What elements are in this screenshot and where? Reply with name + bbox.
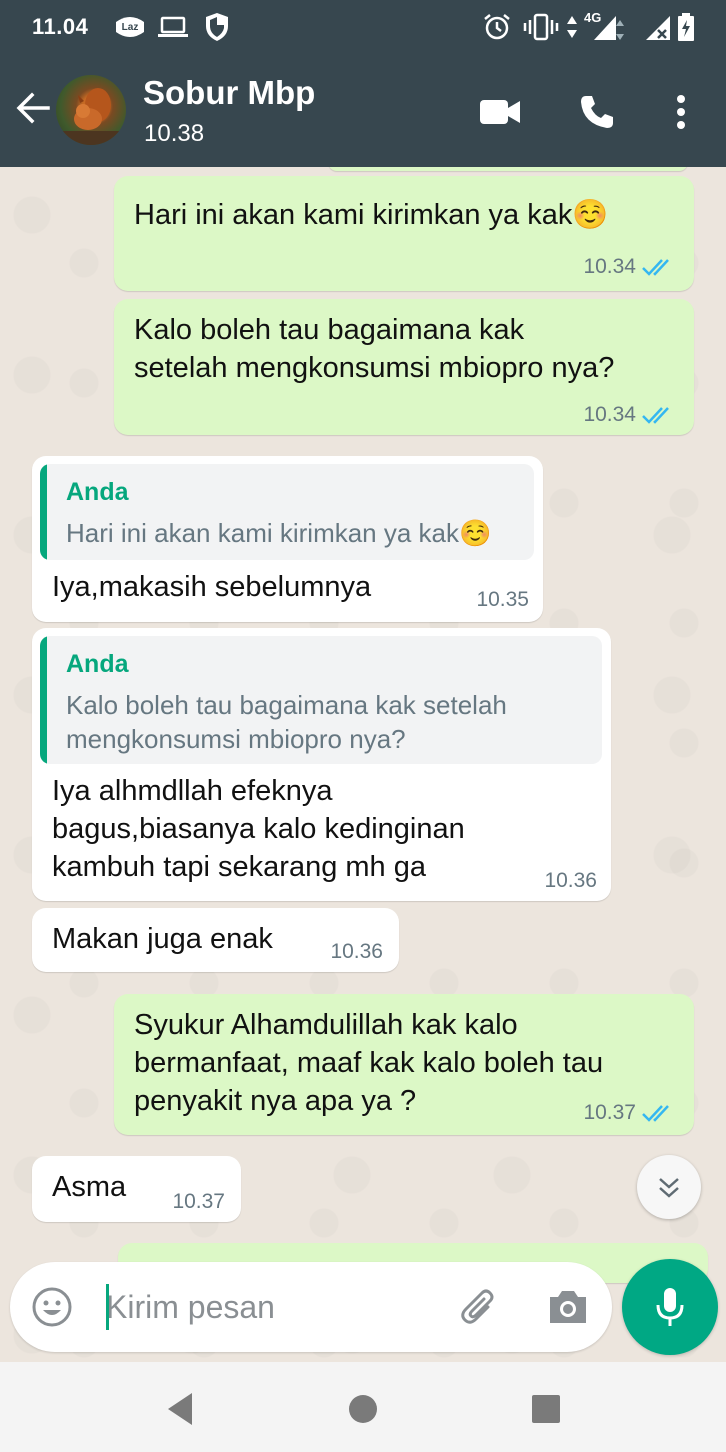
lazada-badge-text: Laz <box>122 22 139 33</box>
chevron-double-down-icon <box>659 1178 679 1198</box>
message-text-line: Syukur Alhamdulillah kak kalo <box>134 1009 518 1041</box>
message-text: Iya,makasih sebelumnya <box>52 571 372 603</box>
message-text-line: Kalo boleh tau bagaimana kak <box>134 314 525 346</box>
attachment-icon[interactable] <box>458 1285 502 1329</box>
message-composer <box>10 1262 612 1352</box>
message-text-line: setelah mengkonsumsi mbiopro nya? <box>134 352 615 384</box>
alarm-icon <box>480 12 514 42</box>
message-text: Hari ini akan kami kirimkan ya kak☺️ <box>134 199 609 231</box>
message-bubble[interactable]: Asma 10.37 <box>32 1156 241 1222</box>
message-input[interactable] <box>106 1284 446 1330</box>
emoji-icon[interactable] <box>30 1285 74 1329</box>
message-bubble[interactable]: Makan juga enak 10.36 <box>32 908 399 972</box>
vibrate-icon <box>522 12 560 42</box>
read-ticks-icon <box>642 1105 669 1122</box>
last-seen: 10.38 <box>144 120 205 147</box>
message-meta: 10.34 <box>583 255 676 279</box>
signal-no-data-icon <box>644 12 672 42</box>
battery-charging-icon <box>676 12 696 42</box>
home-nav-icon[interactable] <box>343 1389 383 1429</box>
system-navigation-bar <box>0 1362 726 1452</box>
scroll-to-bottom-button[interactable] <box>637 1155 701 1219</box>
message-time: 10.36 <box>330 940 383 963</box>
message-time: 10.35 <box>476 588 529 611</box>
recents-nav-icon[interactable] <box>526 1389 566 1429</box>
message-bubble-partial <box>328 167 688 171</box>
message-meta: 10.37 <box>583 1101 676 1125</box>
signal-icon: 4G <box>584 10 630 42</box>
read-ticks-icon <box>642 259 669 276</box>
data-arrows-icon <box>564 12 580 42</box>
back-arrow-icon[interactable] <box>12 86 56 130</box>
message-text-line: bermanfaat, maaf kak kalo boleh tau <box>134 1047 604 1079</box>
quote-author: Anda <box>66 650 129 678</box>
back-nav-icon[interactable] <box>160 1389 200 1429</box>
message-time: 10.36 <box>544 869 597 892</box>
message-text-line: bagus,biasanya kalo kedinginan <box>52 813 465 845</box>
message-time: 10.37 <box>583 1101 636 1124</box>
contact-name[interactable]: Sobur Mbp <box>143 74 315 112</box>
quote-text-line: Kalo boleh tau bagaimana kak setelah <box>66 690 507 720</box>
chat-area[interactable]: Hari ini akan kami kirimkan ya kak☺️ 10.… <box>0 167 726 1362</box>
message-text-line: Iya alhmdllah efeknya <box>52 775 333 807</box>
laptop-icon <box>156 12 190 42</box>
message-bubble[interactable]: Anda Kalo boleh tau bagaimana kak setela… <box>32 628 611 901</box>
voice-call-icon[interactable] <box>574 89 620 135</box>
message-time: 10.34 <box>583 403 636 426</box>
quoted-message[interactable]: Anda Kalo boleh tau bagaimana kak setela… <box>40 636 602 764</box>
video-call-icon[interactable] <box>477 89 523 135</box>
status-bar: 11.04 Laz 4G <box>0 0 726 56</box>
message-bubble[interactable]: Hari ini akan kami kirimkan ya kak☺️ 10.… <box>114 176 694 291</box>
network-type: 4G <box>584 10 602 25</box>
message-text-line: penyakit nya apa ya ? <box>134 1085 417 1117</box>
camera-icon[interactable] <box>546 1285 590 1329</box>
message-time: 10.37 <box>172 1190 225 1213</box>
voice-message-button[interactable] <box>622 1259 718 1355</box>
message-text-line: kambuh tapi sekarang mh ga <box>52 851 426 883</box>
message-text: Makan juga enak <box>52 923 273 955</box>
avatar[interactable] <box>56 75 126 145</box>
text-cursor <box>106 1284 109 1330</box>
status-time: 11.04 <box>32 14 89 39</box>
message-meta: 10.34 <box>583 403 676 427</box>
read-ticks-icon <box>642 407 669 424</box>
quote-accent-bar <box>40 636 47 764</box>
lazada-icon: Laz <box>112 12 148 42</box>
quote-author: Anda <box>66 478 129 506</box>
quote-text: Hari ini akan kami kirimkan ya kak☺️ <box>66 518 492 548</box>
message-bubble[interactable]: Syukur Alhamdulillah kak kalo bermanfaat… <box>114 994 694 1135</box>
quote-accent-bar <box>40 464 47 560</box>
message-bubble[interactable]: Kalo boleh tau bagaimana kak setelah men… <box>114 299 694 435</box>
chat-header: Sobur Mbp 10.38 <box>0 56 726 167</box>
quote-text-line: mengkonsumsi mbiopro nya? <box>66 724 406 754</box>
message-text: Asma <box>52 1171 127 1203</box>
microphone-icon <box>656 1288 684 1326</box>
shield-icon <box>202 12 232 42</box>
message-bubble[interactable]: Anda Hari ini akan kami kirimkan ya kak☺… <box>32 456 543 622</box>
quoted-message[interactable]: Anda Hari ini akan kami kirimkan ya kak☺… <box>40 464 534 560</box>
message-time: 10.34 <box>583 255 636 278</box>
more-options-icon[interactable] <box>658 89 704 135</box>
